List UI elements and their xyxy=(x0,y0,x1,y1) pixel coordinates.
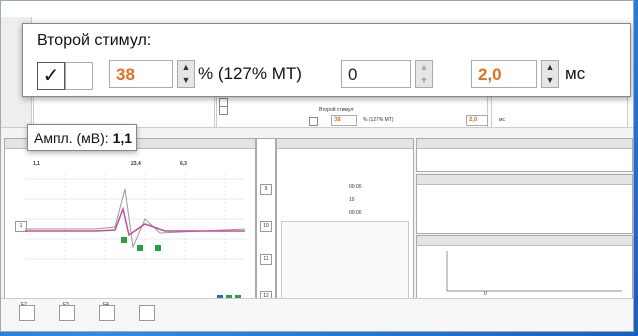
second-stim-mini-percent[interactable]: 38 xyxy=(331,115,357,126)
menu-bar xyxy=(1,1,633,18)
time-unit-label: мс xyxy=(565,64,586,83)
extra-action-icon[interactable] xyxy=(139,305,155,321)
f2-action-icon[interactable] xyxy=(19,305,35,321)
popup-title: Второй стимул: xyxy=(37,32,152,49)
settings-block-right xyxy=(491,96,628,128)
trace-main xyxy=(25,206,245,237)
macro-row-1-value: 00:00 xyxy=(349,184,362,190)
response-trace-chart xyxy=(25,174,246,264)
macros-panel: 00:00 10 00:00 xyxy=(276,138,414,308)
amplitude-interval-header xyxy=(417,236,632,246)
step-number-9: 9 xyxy=(260,184,272,195)
curves-panel xyxy=(416,174,633,234)
second-stimulus-checkbox[interactable]: ✓ xyxy=(37,62,65,90)
macros-panel-header xyxy=(277,139,413,149)
secondary-spinner[interactable]: ▲ ▼ xyxy=(415,60,433,88)
second-stimulus-blank-box xyxy=(65,62,93,90)
time-spinner[interactable]: ▲ ▼ xyxy=(541,60,559,88)
interval-chart-tick-0: 0 xyxy=(484,291,487,297)
amplitude-popup: Ампл. (мВ): 1,1 xyxy=(27,124,137,151)
secondary-value-input[interactable]: 0 xyxy=(341,60,411,88)
second-stim-mini-checkbox[interactable] xyxy=(309,117,318,126)
stimulus-percent-input[interactable]: 38 xyxy=(109,60,173,88)
application-window: Второй стимул: 38 % (127% МТ) 2,0 мс 1,1… xyxy=(0,0,634,332)
f4-action-icon[interactable] xyxy=(99,305,115,321)
marker-1 xyxy=(121,237,127,243)
second-stim-mini-percent-text: % (127% МТ) xyxy=(363,117,394,123)
macro-row-3-value: 00:00 xyxy=(349,210,362,216)
step-number-10: 10 xyxy=(260,221,272,232)
interval-time-input[interactable]: 2,0 xyxy=(471,60,537,88)
second-stim-mini-label: Второй стимул: xyxy=(319,107,355,113)
curves-panel-header xyxy=(417,175,632,185)
response-panel: 1,1 23,4 6,3 1 xyxy=(4,138,256,308)
marker-3 xyxy=(155,245,161,251)
readout-ampl: 1,1 xyxy=(33,161,40,167)
second-stim-mini-time[interactable]: 2,0 xyxy=(466,115,488,126)
macro-steps-list[interactable] xyxy=(281,221,409,305)
percent-mt-text: % (127% МТ) xyxy=(198,64,302,83)
readout-lat: 23,4 xyxy=(131,161,141,167)
percent-spinner[interactable]: ▲ ▼ xyxy=(177,60,195,88)
readout-dur: 6,3 xyxy=(180,161,187,167)
trace-reference xyxy=(25,188,246,249)
amplitude-label: Ампл. (мВ): xyxy=(34,130,109,146)
step-number-11: 11 xyxy=(260,254,272,265)
steps-gutter: 9 10 11 12 xyxy=(256,138,276,308)
bottom-function-bar: F2 F3 F4 xyxy=(1,298,633,331)
amplitude-interval-chart xyxy=(446,251,622,292)
initial-values-header xyxy=(417,139,632,149)
f3-action-icon[interactable] xyxy=(59,305,75,321)
macro-row-2-value: 10 xyxy=(349,197,355,203)
second-stimulus-popup: Второй стимул: ✓ 38 ▲ ▼ % (127% МТ) 0 ▲ ▼ … xyxy=(22,23,631,97)
existing-protocol-checkbox[interactable] xyxy=(219,106,228,115)
marker-2 xyxy=(137,245,143,251)
amplitude-value: 1,1 xyxy=(112,130,133,146)
initial-values-panel xyxy=(416,138,633,172)
second-stim-mini-time-unit: мс xyxy=(499,117,505,123)
